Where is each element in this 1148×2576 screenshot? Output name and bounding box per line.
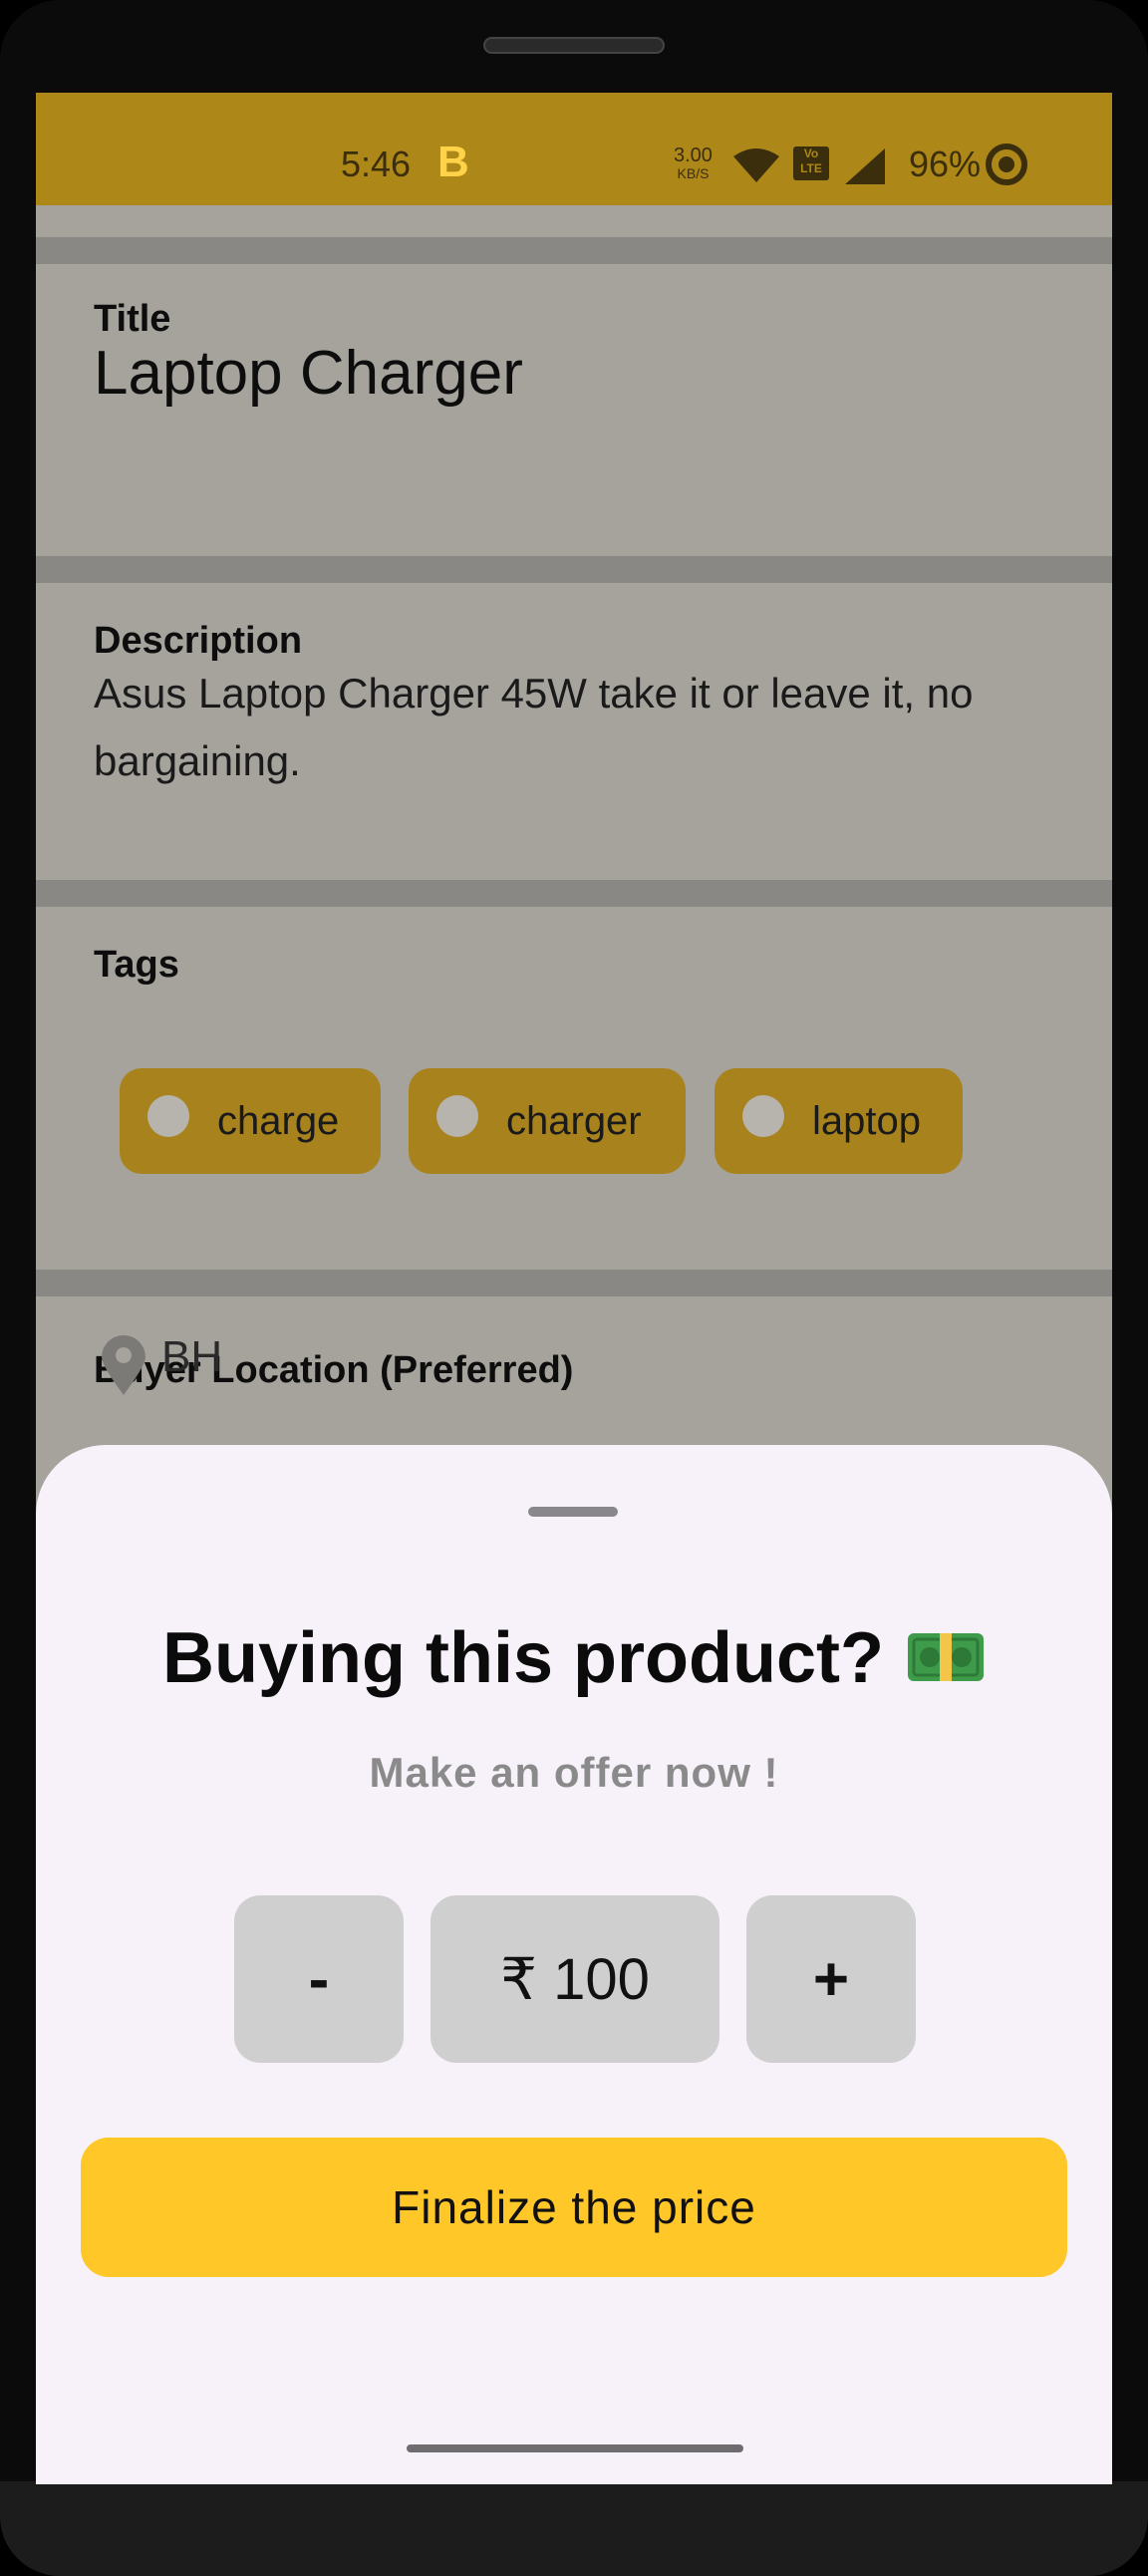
status-time: 5:46 <box>341 143 412 184</box>
tag-chip[interactable]: laptop <box>715 1068 963 1174</box>
decrement-button[interactable]: - <box>234 1895 404 2063</box>
phone-bezel-bottom <box>0 2481 1148 2576</box>
tags-label: Tags <box>94 944 179 986</box>
chip-radio-icon <box>436 1095 478 1137</box>
offer-bottom-sheet: Buying this product? Make an offer now !… <box>36 1445 1112 2484</box>
chip-radio-icon <box>742 1095 784 1137</box>
network-rate-value: 3.00 <box>674 144 713 166</box>
network-rate-unit: KB/S <box>677 165 710 181</box>
phone-frame: 5:46 B 3.00 KB/S Vo LTE 96% Title Laptop… <box>0 0 1148 2576</box>
app-badge-icon: B <box>437 138 469 186</box>
divider <box>36 1270 1112 1296</box>
sheet-title: Buying this product? <box>36 1616 1112 1700</box>
increment-button[interactable]: + <box>746 1895 916 2063</box>
description-label: Description <box>94 620 303 662</box>
screen: 5:46 B 3.00 KB/S Vo LTE 96% Title Laptop… <box>36 93 1112 2484</box>
divider <box>36 880 1112 907</box>
network-rate: 3.00 KB/S <box>674 144 713 182</box>
divider <box>36 237 1112 264</box>
finalize-price-button[interactable]: Finalize the price <box>81 2138 1067 2277</box>
sheet-title-text: Buying this product? <box>162 1618 884 1698</box>
product-title: Laptop Charger <box>94 339 523 408</box>
tag-chip[interactable]: charger <box>409 1068 686 1174</box>
location-value: BH <box>161 1332 223 1381</box>
tag-label: charger <box>506 1099 642 1143</box>
status-bar: 5:46 B 3.00 KB/S Vo LTE 96% <box>36 93 1112 205</box>
battery-percentage: 96% <box>909 143 982 184</box>
battery-ring-icon <box>986 143 1027 185</box>
signal-icon <box>845 148 885 184</box>
home-indicator[interactable] <box>407 2444 743 2452</box>
tag-label: charge <box>217 1099 340 1143</box>
wifi-icon <box>733 148 779 182</box>
drag-handle[interactable] <box>528 1507 618 1517</box>
sheet-subtitle: Make an offer now ! <box>369 1749 779 1796</box>
tag-chip[interactable]: charge <box>120 1068 381 1174</box>
tag-label: laptop <box>812 1099 921 1143</box>
location-pin-icon <box>102 1335 145 1395</box>
price-field[interactable]: ₹ 100 <box>430 1895 719 2063</box>
chip-radio-icon <box>147 1095 189 1137</box>
earpiece-speaker <box>483 37 665 54</box>
title-label: Title <box>94 298 171 340</box>
money-bill-icon <box>907 1632 984 1681</box>
volte-icon: Vo LTE <box>793 146 829 180</box>
divider <box>36 556 1112 583</box>
product-description: Asus Laptop Charger 45W take it or leave… <box>94 670 974 784</box>
